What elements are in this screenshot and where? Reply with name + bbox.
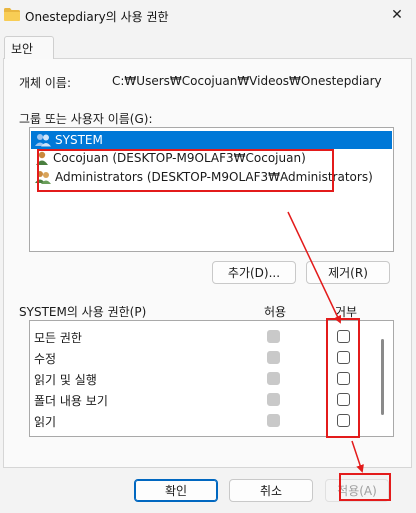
permission-name: 읽기 및 실행 (34, 373, 97, 387)
list-item-system[interactable]: SYSTEM (31, 131, 392, 149)
permission-name: 모든 권한 (34, 331, 82, 345)
add-button[interactable]: 추가(D)... (212, 261, 296, 284)
user-icon (36, 151, 48, 165)
tab-security-label: 보안 (11, 42, 34, 56)
deny-checkbox[interactable] (337, 351, 350, 364)
remove-button-label: 제거(R) (328, 266, 368, 280)
add-button-label: 추가(D)... (227, 266, 281, 280)
permission-row-read-execute: 읽기 및 실행 (30, 368, 370, 389)
tab-security[interactable]: 보안 (4, 36, 54, 59)
remove-button[interactable]: 제거(R) (306, 261, 390, 284)
apply-button-label: 적용(A) (337, 484, 377, 498)
title-bar: Onestepdiary의 사용 권한 ✕ (0, 0, 416, 32)
system-users-icon (35, 134, 51, 147)
groups-label: 그룹 또는 사용자 이름(G): (19, 112, 153, 126)
folder-icon (4, 8, 20, 21)
list-item-label: Cocojuan (DESKTOP-M9OLAF3₩Cocojuan) (53, 151, 306, 165)
permission-row-read: 읽기 (30, 410, 370, 431)
allow-checkbox (267, 393, 280, 406)
close-button[interactable]: ✕ (384, 3, 410, 27)
permissions-list: 모든 권한 수정 읽기 및 실행 폴더 내용 보기 읽기 (29, 320, 394, 437)
permission-row-full-control: 모든 권한 (30, 326, 370, 347)
admin-group-icon (35, 171, 51, 184)
cancel-button[interactable]: 취소 (229, 479, 313, 502)
list-item-label: Administrators (DESKTOP-M9OLAF3₩Administ… (55, 170, 373, 184)
permission-row-list-folder: 폴더 내용 보기 (30, 389, 370, 410)
permissions-title: SYSTEM의 사용 권한(P) (19, 305, 147, 319)
allow-column-header: 허용 (264, 305, 287, 319)
deny-column-header: 거부 (335, 305, 358, 319)
permissions-scrollbar[interactable] (381, 339, 384, 415)
deny-checkbox[interactable] (337, 393, 350, 406)
apply-button[interactable]: 적용(A) (325, 479, 389, 502)
allow-checkbox (267, 351, 280, 364)
permission-name: 읽기 (34, 415, 57, 429)
list-item-cocojuan[interactable]: Cocojuan (DESKTOP-M9OLAF3₩Cocojuan) (31, 149, 392, 167)
deny-checkbox[interactable] (337, 414, 350, 427)
cancel-button-label: 취소 (259, 484, 283, 498)
allow-checkbox (267, 372, 280, 385)
close-icon: ✕ (391, 7, 403, 23)
allow-checkbox (267, 414, 280, 427)
groups-list[interactable]: SYSTEM Cocojuan (DESKTOP-M9OLAF3₩Cocojua… (29, 127, 394, 252)
object-name-value: C:₩Users₩Cocojuan₩Videos₩Onestepdiary (112, 74, 382, 88)
ok-button-label: 확인 (164, 484, 188, 498)
permission-name: 수정 (34, 352, 57, 366)
permission-name: 폴더 내용 보기 (34, 394, 108, 408)
list-item-administrators[interactable]: Administrators (DESKTOP-M9OLAF3₩Administ… (31, 168, 392, 186)
deny-checkbox[interactable] (337, 372, 350, 385)
permission-row-modify: 수정 (30, 347, 370, 368)
deny-checkbox[interactable] (337, 330, 350, 343)
window-title: Onestepdiary의 사용 권한 (25, 10, 169, 24)
ok-button[interactable]: 확인 (134, 479, 218, 502)
object-name-label: 개체 이름: (19, 76, 72, 90)
allow-checkbox (267, 330, 280, 343)
list-item-label: SYSTEM (55, 133, 103, 147)
